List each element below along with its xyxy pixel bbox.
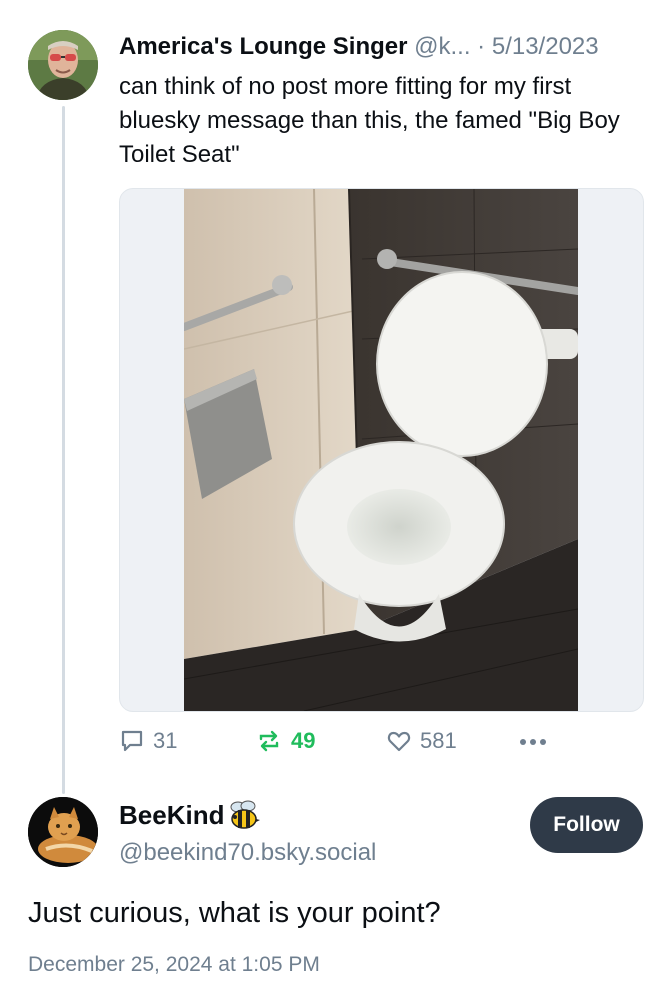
like-count: 581 [420,728,457,753]
author-name[interactable]: America's Lounge Singer [119,33,407,60]
ellipsis-icon [520,739,546,745]
reply-author-avatar[interactable] [28,797,98,867]
reply-button[interactable]: 31 [119,728,177,754]
author-handle[interactable]: @k... [414,33,470,60]
author-avatar[interactable] [28,30,98,100]
image-embed[interactable] [119,188,644,712]
post-actions: 31 49 581 [0,724,670,764]
repost-button[interactable]: 49 [255,728,315,754]
reply-count: 31 [153,728,178,753]
follow-button[interactable]: Follow [530,797,643,853]
reply-author-name[interactable]: BeeKind [119,797,224,833]
toilet-photo [184,189,578,711]
post-text: can think of no post more fitting for my… [119,73,620,168]
thread-line [62,106,65,794]
heart-icon [387,731,411,752]
repost-count: 49 [291,728,316,753]
like-button[interactable]: 581 [386,728,457,754]
reply-text: Just curious, what is your point? [28,897,441,929]
post-header: America's Lounge Singer @k... · 5/13/202… [119,30,599,64]
post-date[interactable]: 5/13/2023 [492,33,599,60]
header-separator: · [477,33,486,60]
reply-author-handle[interactable]: @beekind70.bsky.social [119,836,376,870]
bee-icon [230,800,261,829]
cat-avatar-image [28,797,98,867]
reply-timestamp: December 25, 2024 at 1:05 PM [28,953,320,976]
more-options-button[interactable] [516,730,550,754]
author-avatar-image [28,30,98,100]
repost-arrows-icon [259,730,279,752]
speech-bubble-icon [121,730,143,752]
reply-author-line: BeeKind [119,797,262,833]
